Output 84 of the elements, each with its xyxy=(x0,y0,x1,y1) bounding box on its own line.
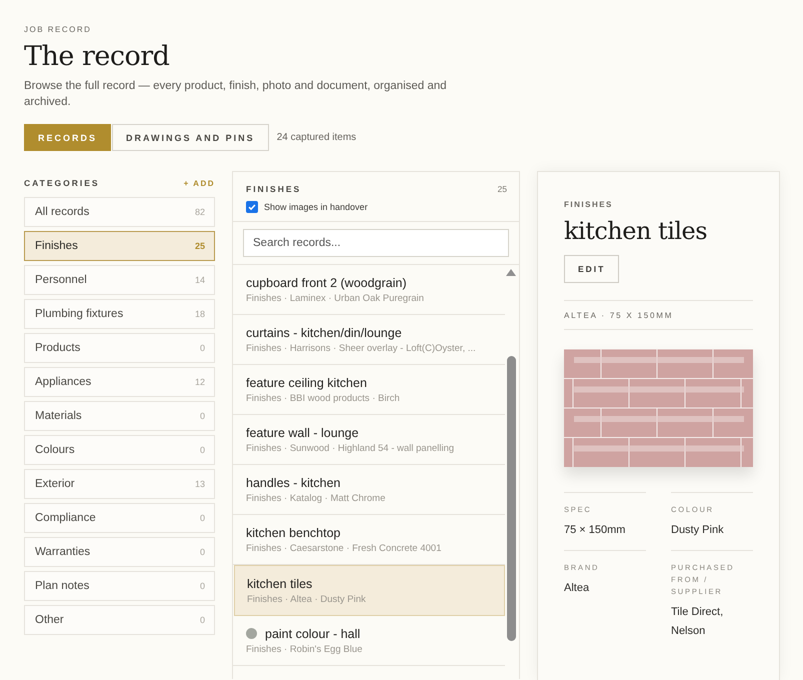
record-item[interactable]: cupboard front 2 (woodgrain) Finishes · Laminex · Urban Oak Puregrain xyxy=(233,265,505,315)
category-item[interactable]: Materials 0 xyxy=(24,401,215,431)
record-subtitle: Finishes · BBI wood products · Birch xyxy=(246,392,401,404)
view-tab[interactable]: DRAWINGS AND PINS xyxy=(112,124,269,151)
category-label: All records xyxy=(35,206,90,218)
category-item[interactable]: Products 0 xyxy=(24,333,215,363)
record-item[interactable]: feature wall - lounge Finishes · Sunwood · Highland 54 - wall panelling xyxy=(233,415,505,465)
record-title: cupboard front 2 (woodgrain) xyxy=(246,276,407,290)
page-description: Browse the full record — every product, finish, photo and document, organised and archived. xyxy=(24,79,448,110)
category-label: Compliance xyxy=(35,512,96,524)
category-label: Materials xyxy=(35,410,82,422)
edit-button[interactable]: EDIT xyxy=(564,255,620,283)
record-title: handles - kitchen xyxy=(246,476,341,490)
field-value: Altea xyxy=(564,581,590,596)
category-item[interactable]: Exterior 13 xyxy=(24,469,215,499)
record-item[interactable]: feature ceiling kitchen Finishes · BBI wood products · Birch xyxy=(233,365,505,415)
field-value: 75 × 150mm xyxy=(564,523,626,538)
category-item[interactable]: Personnel 14 xyxy=(24,265,215,295)
category-count: 13 xyxy=(194,479,205,489)
colour-swatch-dot xyxy=(246,628,257,639)
category-count: 18 xyxy=(194,309,205,319)
category-count: 0 xyxy=(200,547,205,557)
record-title: feature wall - lounge xyxy=(246,426,359,440)
category-count: 0 xyxy=(200,445,205,455)
category-label: Colours xyxy=(35,444,75,456)
list-count: 25 xyxy=(498,184,507,194)
record-subtitle: Finishes · Katalog · Matt Chrome xyxy=(246,492,386,504)
detail-summary: ALTEA · 75 X 150MM xyxy=(564,300,753,330)
page-title: The record xyxy=(24,41,170,72)
category-label: Other xyxy=(35,614,64,626)
category-count: 0 xyxy=(200,513,205,523)
record-title: curtains - kitchen/din/lounge xyxy=(246,326,402,340)
category-label: Products xyxy=(35,342,80,354)
category-item[interactable]: Plumbing fixtures 18 xyxy=(24,299,215,329)
category-count: 0 xyxy=(200,411,205,421)
category-item[interactable]: Other 0 xyxy=(24,605,215,635)
record-item[interactable]: paint colour - hall Finishes · Robin's Egg Blue xyxy=(233,616,505,666)
category-count: 0 xyxy=(200,581,205,591)
item-count: 24 captured items xyxy=(276,132,356,143)
category-item[interactable]: All records 82 xyxy=(24,197,215,227)
search-field[interactable]: Search records... xyxy=(243,229,509,257)
category-item[interactable]: Appliances 12 xyxy=(24,367,215,397)
categories-heading: CATEGORIES xyxy=(24,178,100,188)
checkbox[interactable] xyxy=(246,201,258,213)
category-count: 25 xyxy=(194,241,205,251)
category-count: 0 xyxy=(200,615,205,625)
record-title: kitchen tiles xyxy=(247,576,312,590)
checkbox-label: Show images in handover xyxy=(264,202,368,212)
scrollbar-thumb[interactable] xyxy=(506,356,516,641)
record-item[interactable]: kitchen tiles Finishes · Altea · Dusty Pink xyxy=(234,565,505,616)
page-eyebrow: JOB RECORD xyxy=(24,25,92,34)
category-item[interactable]: Finishes 25 xyxy=(24,231,215,261)
category-count: 14 xyxy=(194,275,205,285)
scroll-up-icon xyxy=(506,269,516,276)
record-title: paint colour - hall xyxy=(265,626,360,640)
record-subtitle: Finishes · Harrisons · Sheer overlay - Loft(C)Oyster, ... xyxy=(246,342,477,354)
category-label: Personnel xyxy=(35,274,87,286)
category-item[interactable]: Colours 0 xyxy=(24,435,215,465)
record-subtitle: Finishes · Laminex · Urban Oak Puregrain xyxy=(246,292,425,304)
record-item[interactable]: curtains - kitchen/din/lounge Finishes · Harrisons · Sheer overlay - Loft(C)Oyster, ... xyxy=(233,315,505,365)
category-label: Finishes xyxy=(35,240,78,252)
category-label: Exterior xyxy=(35,478,75,490)
category-count: 82 xyxy=(194,207,205,217)
record-subtitle: Finishes · Robin's Egg Blue xyxy=(246,644,364,654)
category-item[interactable]: Warranties 0 xyxy=(24,537,215,567)
category-count: 12 xyxy=(194,377,205,387)
record-subtitle: Finishes · Caesarstone · Fresh Concrete 4001 xyxy=(246,542,442,554)
category-count: 0 xyxy=(200,343,205,353)
record-title: kitchen benchtop xyxy=(246,526,341,540)
category-label: Warranties xyxy=(35,546,90,558)
category-item[interactable]: Plan notes 0 xyxy=(24,571,215,601)
category-label: Appliances xyxy=(35,376,92,388)
detail-title: kitchen tiles xyxy=(564,217,708,245)
list-heading: FINISHES xyxy=(246,184,302,194)
record-title: feature ceiling kitchen xyxy=(246,376,367,390)
detail-category: FINISHES xyxy=(564,200,614,209)
category-item[interactable]: Compliance 0 xyxy=(24,503,215,533)
category-label: Plumbing fixtures xyxy=(35,308,124,320)
record-item[interactable]: handles - kitchen Finishes · Katalog · Matt Chrome xyxy=(233,465,505,515)
category-label: Plan notes xyxy=(35,580,90,592)
record-subtitle: Finishes · Sunwood · Highland 54 - wall panelling xyxy=(246,442,456,454)
field-value: Tile Direct, Nelson xyxy=(671,605,724,639)
field-value: Dusty Pink xyxy=(671,523,725,538)
record-subtitle: Finishes · Altea · Dusty Pink xyxy=(247,594,367,604)
